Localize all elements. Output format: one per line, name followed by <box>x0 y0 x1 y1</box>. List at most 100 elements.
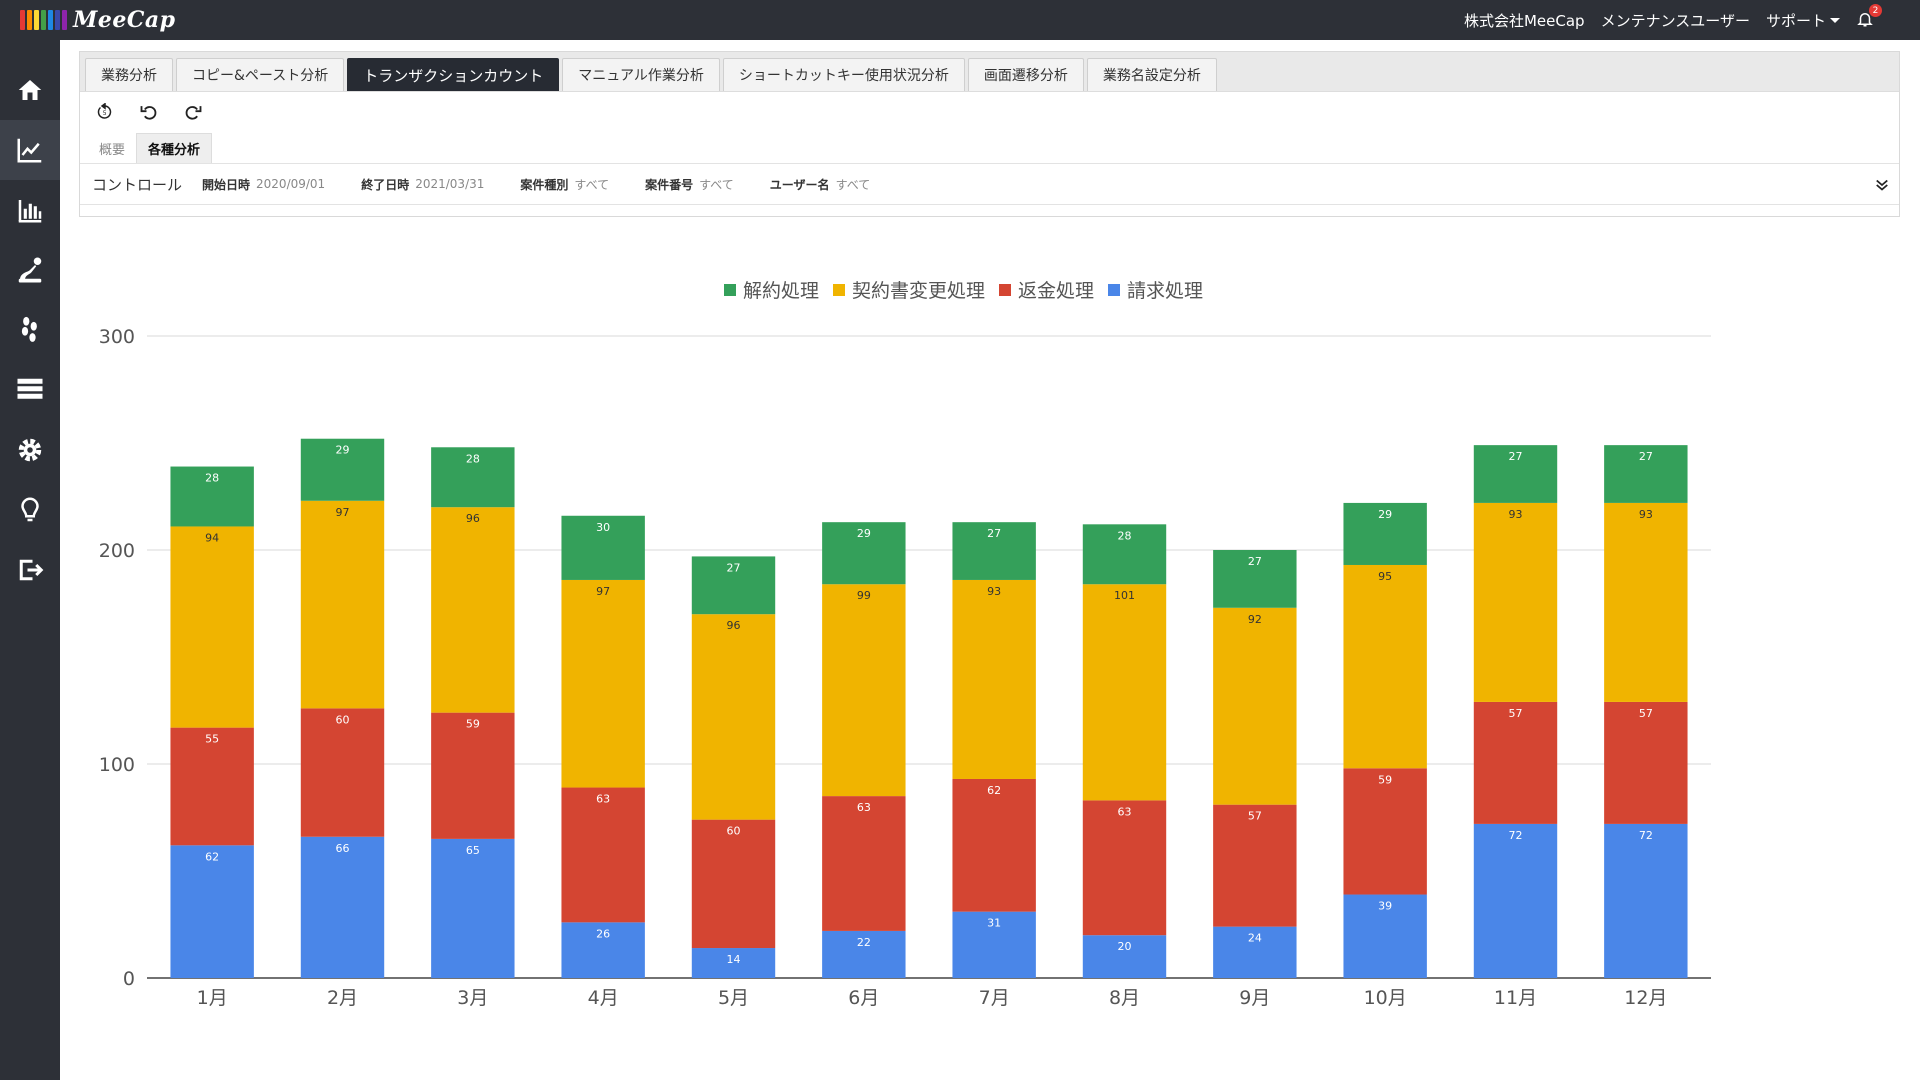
filter-start-date[interactable]: 開始日時 2020/09/01 <box>202 176 325 193</box>
data-label: 63 <box>596 793 610 806</box>
undo-button[interactable] <box>136 99 162 125</box>
data-label: 27 <box>727 561 741 574</box>
data-label: 59 <box>466 718 480 731</box>
y-tick-label: 0 <box>123 968 135 990</box>
x-tick-label: 6月 <box>848 987 879 1009</box>
data-label: 96 <box>466 512 480 525</box>
list-icon <box>17 378 43 399</box>
filter-case-number[interactable]: 案件番号 すべて <box>645 176 734 193</box>
sidebar-item-logout[interactable] <box>0 540 60 600</box>
filter-label: 開始日時 <box>202 177 251 192</box>
data-label: 28 <box>1118 529 1132 542</box>
sidebar-item-bar-chart[interactable] <box>0 180 60 240</box>
logo-stripe <box>20 10 25 30</box>
filter-case-type[interactable]: 案件種別 すべて <box>520 176 609 193</box>
filter-end-date[interactable]: 終了日時 2021/03/31 <box>361 176 484 193</box>
footsteps-icon <box>21 316 37 342</box>
bar-segment <box>1213 804 1297 927</box>
x-tick-label: 4月 <box>588 987 619 1009</box>
user-name[interactable]: メンテナンスユーザー <box>1601 10 1750 31</box>
bar-segment <box>431 838 515 978</box>
sidebar-item-ideas[interactable] <box>0 480 60 540</box>
data-label: 62 <box>205 850 219 863</box>
logo-text: MeeCap <box>73 7 176 33</box>
data-label: 99 <box>857 589 871 602</box>
notification-button[interactable]: 2 <box>1856 4 1882 30</box>
y-tick-label: 200 <box>99 540 135 562</box>
line-chart-icon <box>17 138 42 163</box>
subtab-various-analysis[interactable]: 各種分析 <box>136 133 213 163</box>
data-label: 30 <box>596 521 610 534</box>
filter-label: 案件番号 <box>645 177 694 192</box>
data-label: 94 <box>205 531 219 544</box>
data-label: 72 <box>1509 829 1523 842</box>
data-label: 93 <box>1639 508 1653 521</box>
lightbulb-icon <box>21 497 39 522</box>
support-menu[interactable]: サポート <box>1766 10 1840 31</box>
sidebar <box>0 40 60 1080</box>
x-tick-label: 8月 <box>1109 987 1140 1009</box>
bar-segment <box>1604 502 1688 702</box>
filter-value: 2021/03/31 <box>415 177 485 191</box>
sidebar-item-flow[interactable] <box>0 240 60 300</box>
sidebar-item-analysis[interactable] <box>0 120 60 180</box>
data-label: 72 <box>1639 829 1653 842</box>
tab-manual-work-analysis[interactable]: マニュアル作業分析 <box>562 58 720 91</box>
subtab-overview[interactable]: 概要 <box>88 133 136 163</box>
redo-button[interactable] <box>180 99 206 125</box>
gear-icon <box>18 438 42 462</box>
reset-icon: 5 <box>97 103 112 119</box>
logo-stripes <box>20 10 67 30</box>
tab-copy-paste-analysis[interactable]: コピー&ペースト分析 <box>176 58 345 91</box>
svg-text:5: 5 <box>103 110 107 117</box>
tab-screen-transition-analysis[interactable]: 画面遷移分析 <box>967 58 1084 91</box>
app-logo[interactable]: MeeCap <box>20 0 176 40</box>
bar-segment <box>1473 701 1558 824</box>
data-label: 55 <box>205 733 219 746</box>
data-label: 92 <box>1248 613 1262 626</box>
data-label: 60 <box>727 825 741 838</box>
bar-segment <box>952 778 1036 912</box>
data-label: 59 <box>1378 773 1392 786</box>
data-label: 57 <box>1509 707 1523 720</box>
filter-value: すべて <box>835 177 871 192</box>
filter-user-name[interactable]: ユーザー名 すべて <box>770 176 870 193</box>
reset-button[interactable]: 5 <box>92 99 118 125</box>
tab-transaction-count[interactable]: トランザクションカウント <box>347 58 560 91</box>
data-label: 27 <box>987 527 1001 540</box>
x-tick-label: 7月 <box>979 987 1010 1009</box>
x-tick-label: 12月 <box>1624 987 1667 1009</box>
header-right: 株式会社MeeCap メンテナンスユーザー サポート 2 <box>1464 4 1882 31</box>
sidebar-item-home[interactable] <box>0 60 60 120</box>
data-label: 65 <box>466 844 480 857</box>
tab-business-name-analysis[interactable]: 業務名設定分析 <box>1086 58 1217 91</box>
bar-chart-icon <box>18 200 42 223</box>
flow-icon <box>18 257 42 283</box>
redo-icon <box>185 106 202 120</box>
chevron-down-icon <box>1830 17 1840 23</box>
sidebar-item-settings[interactable] <box>0 420 60 480</box>
bar-segment <box>1343 564 1427 769</box>
bar-segment <box>561 579 645 788</box>
bar-segment <box>170 526 254 728</box>
sidebar-item-footsteps[interactable] <box>0 300 60 360</box>
data-label: 60 <box>336 713 350 726</box>
filter-label: ユーザー名 <box>769 177 830 192</box>
home-icon <box>18 80 42 100</box>
data-label: 63 <box>857 801 871 814</box>
data-label: 24 <box>1248 932 1262 945</box>
expand-chevron-icon[interactable] <box>1873 176 1891 194</box>
data-label: 26 <box>596 927 610 940</box>
logo-stripe <box>62 10 67 30</box>
tab-business-analysis[interactable]: 業務分析 <box>85 58 173 91</box>
x-tick-label: 2月 <box>327 987 358 1009</box>
tab-shortcut-usage-analysis[interactable]: ショートカットキー使用状況分析 <box>722 58 965 91</box>
data-label: 14 <box>727 953 741 966</box>
bar-segment <box>170 845 254 978</box>
stacked-bar-chart: 解約処理 契約書変更処理 返金処理 請求処理 0 100 200 300 62 55 94 28 1月… <box>79 260 1900 1040</box>
data-label: 29 <box>1378 508 1392 521</box>
sidebar-item-list[interactable] <box>0 360 60 420</box>
bar-segment <box>431 712 515 839</box>
bar-segment <box>691 614 776 820</box>
bar-segment <box>300 836 385 978</box>
